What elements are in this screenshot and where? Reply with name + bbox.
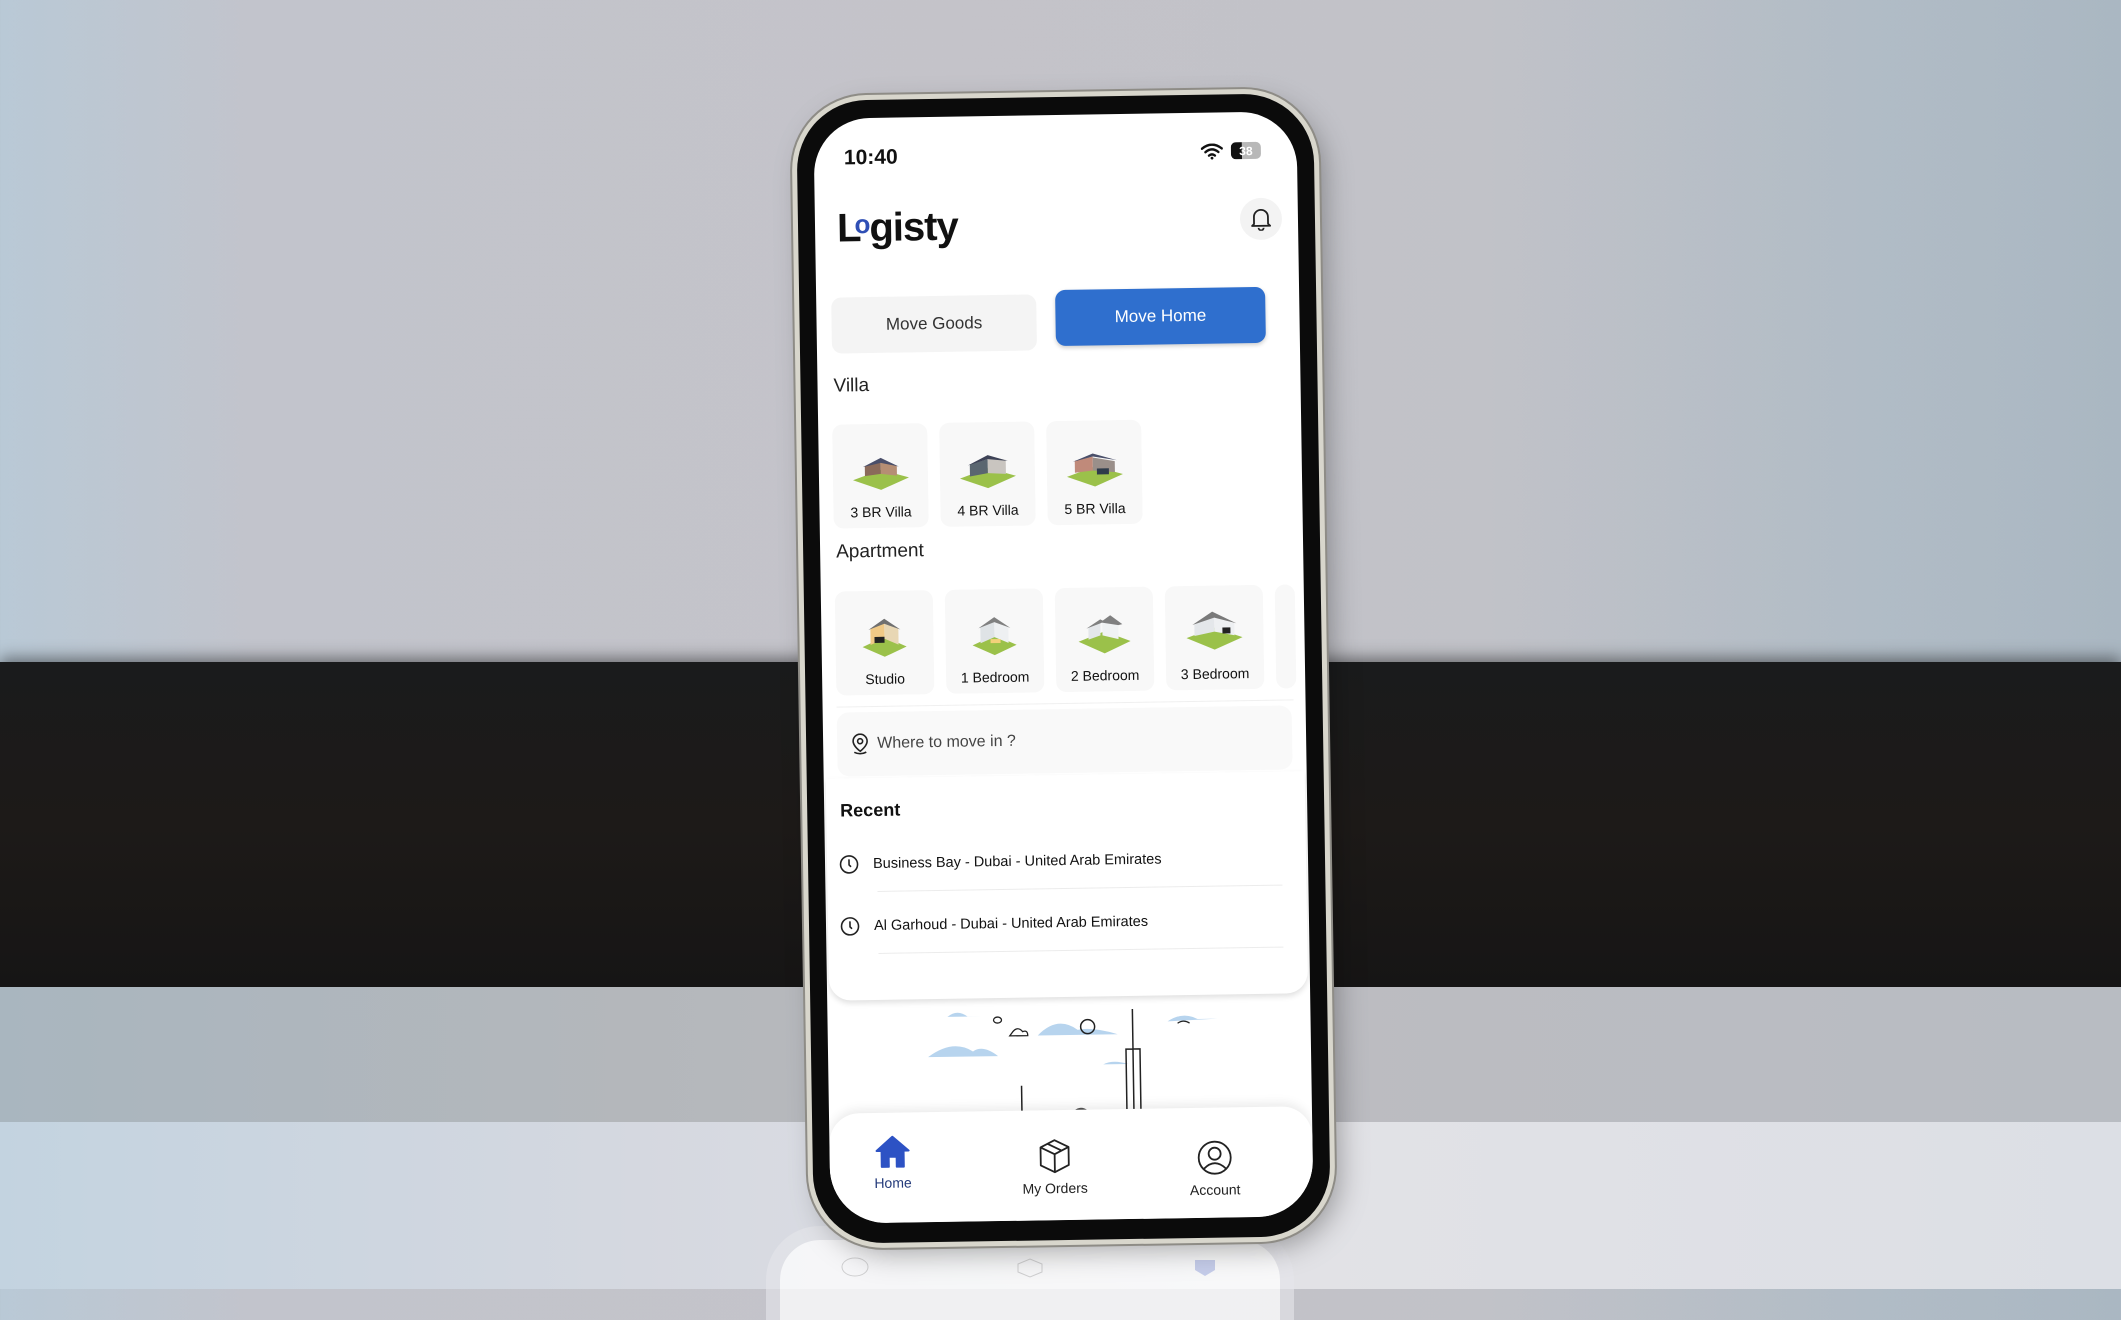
service-type-toggle: Move Goods Move Home bbox=[831, 286, 1288, 354]
destination-search[interactable] bbox=[836, 705, 1293, 777]
home-icon bbox=[875, 1135, 910, 1168]
recent-location-label: Al Garhoud - Dubai - United Arab Emirate… bbox=[873, 913, 1149, 935]
app-logo: Logisty bbox=[837, 205, 958, 252]
nav-home-label: Home bbox=[874, 1174, 912, 1192]
recent-location-item[interactable]: Business Bay - Dubai - United Arab Emira… bbox=[839, 834, 1283, 889]
villa-section-title: Villa bbox=[833, 375, 870, 397]
tile-label: 5 BR Villa bbox=[1064, 500, 1126, 517]
apartment-illustration-icon bbox=[1186, 611, 1243, 650]
nav-account[interactable]: Account bbox=[1159, 1139, 1270, 1199]
phone-frame: 10:40 38 Logisty Move Goods Move Home Vi… bbox=[796, 93, 1331, 1244]
phone-screen: 10:40 38 Logisty Move Goods Move Home Vi… bbox=[813, 111, 1314, 1224]
box-icon bbox=[1039, 1139, 1070, 1174]
apartment-tile-3-bedroom[interactable]: 3 Bedroom bbox=[1164, 584, 1265, 691]
villa-tile-5br[interactable]: 5 BR Villa bbox=[1046, 419, 1143, 526]
move-home-tab[interactable]: Move Home bbox=[1055, 286, 1266, 347]
reflection-box-icon bbox=[1017, 1258, 1043, 1278]
battery-icon: 38 bbox=[1230, 141, 1262, 160]
location-pin-icon bbox=[852, 733, 868, 755]
destination-input[interactable] bbox=[875, 729, 1180, 754]
recent-title: Recent bbox=[840, 799, 901, 821]
nav-account-label: Account bbox=[1189, 1181, 1241, 1199]
clock-icon bbox=[840, 917, 860, 936]
nav-home[interactable]: Home bbox=[837, 1134, 948, 1192]
villa-tile-3br[interactable]: 3 BR Villa bbox=[832, 423, 929, 529]
reflection-home-icon bbox=[841, 1257, 869, 1277]
apartment-tile-studio[interactable]: Studio bbox=[834, 590, 935, 696]
tile-label: 2 Bedroom bbox=[1070, 666, 1140, 684]
apartment-tile-1-bedroom[interactable]: 1 Bedroom bbox=[944, 588, 1045, 694]
apartment-illustration-icon bbox=[862, 618, 907, 657]
status-bar: 10:40 38 bbox=[844, 140, 1267, 173]
move-goods-tab[interactable]: Move Goods bbox=[831, 294, 1037, 354]
recent-location-item[interactable]: Al Garhoud - Dubai - United Arab Emirate… bbox=[840, 896, 1284, 951]
logo-rest: gisty bbox=[869, 204, 959, 250]
clock-icon bbox=[839, 855, 859, 874]
logo-letter-o: o bbox=[854, 208, 870, 240]
villa-options: 3 BR Villa 4 BR Villa 5 BR Villa bbox=[832, 419, 1143, 529]
nav-my-orders[interactable]: My Orders bbox=[999, 1137, 1110, 1197]
tile-label: 1 Bedroom bbox=[960, 668, 1030, 686]
apartment-tile-more[interactable] bbox=[1274, 584, 1297, 689]
user-icon bbox=[1197, 1140, 1232, 1175]
recent-locations-card: Recent Business Bay - Dubai - United Ara… bbox=[825, 771, 1309, 1001]
tile-label: 3 Bedroom bbox=[1180, 665, 1250, 683]
villa-illustration-icon bbox=[1066, 453, 1123, 487]
app-header: Logisty bbox=[815, 191, 1299, 259]
wifi-icon bbox=[1200, 142, 1224, 160]
recent-location-label: Business Bay - Dubai - United Arab Emira… bbox=[872, 851, 1162, 873]
tile-label: 3 BR Villa bbox=[850, 503, 912, 521]
tile-label: Studio bbox=[865, 670, 906, 688]
villa-illustration-icon bbox=[852, 457, 909, 490]
apartment-options: Studio 1 Bedroom 2 Bedroom 3 Bedroom bbox=[834, 584, 1297, 696]
apartment-section-title: Apartment bbox=[835, 540, 924, 563]
tile-label: 4 BR Villa bbox=[957, 501, 1019, 519]
phone-reflection bbox=[780, 1240, 1280, 1320]
status-indicators: 38 bbox=[1200, 141, 1262, 160]
battery-level: 38 bbox=[1239, 143, 1253, 158]
bell-icon bbox=[1251, 208, 1271, 232]
nav-my-orders-label: My Orders bbox=[1022, 1179, 1088, 1197]
villa-illustration-icon bbox=[959, 455, 1016, 489]
bottom-navigation: Home My Orders Account bbox=[828, 1106, 1314, 1224]
apartment-illustration-icon bbox=[972, 617, 1017, 656]
apartment-tile-2-bedroom[interactable]: 2 Bedroom bbox=[1054, 586, 1155, 693]
notifications-button[interactable] bbox=[1239, 197, 1283, 241]
reflection-account-icon bbox=[1195, 1260, 1215, 1276]
status-time: 10:40 bbox=[843, 145, 898, 170]
villa-tile-4br[interactable]: 4 BR Villa bbox=[939, 421, 1036, 527]
apartment-illustration-icon bbox=[1078, 615, 1131, 654]
